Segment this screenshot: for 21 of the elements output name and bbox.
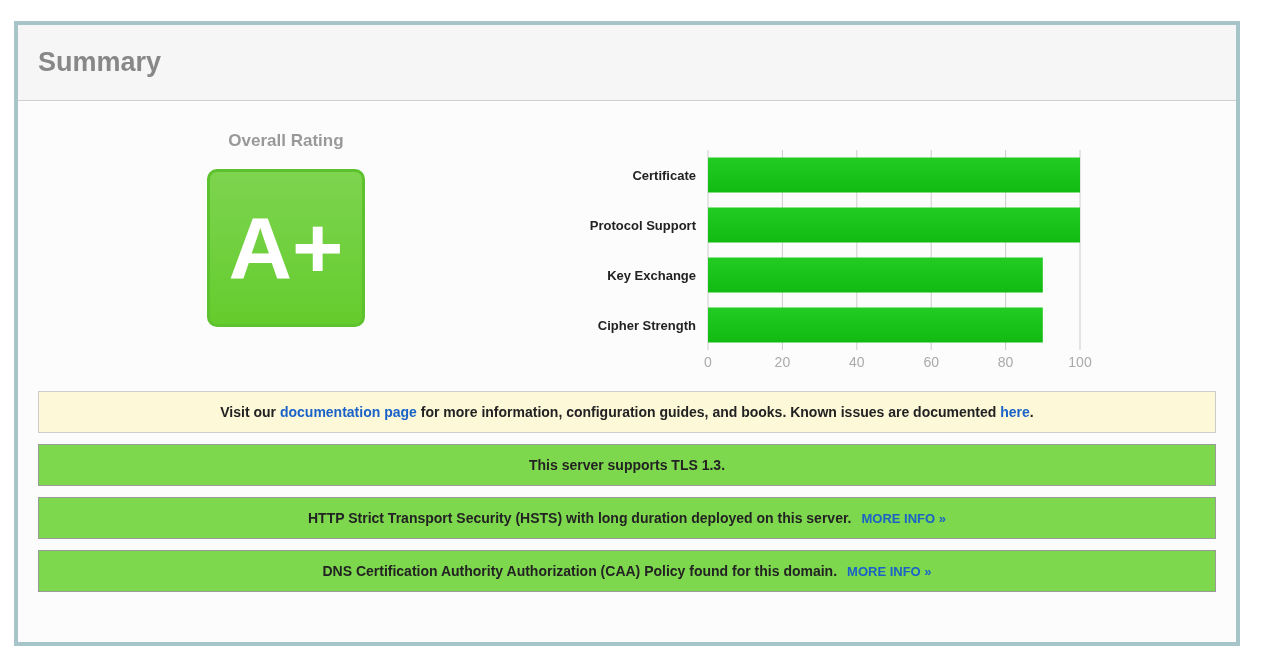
notice-text: DNS Certification Authority Authorization (CAA) Policy found for this domain. MORE INFO »	[322, 561, 932, 581]
link[interactable]: MORE INFO »	[861, 510, 946, 526]
link[interactable]: here	[1000, 403, 1030, 420]
notice-text: This server supports TLS 1.3.	[528, 455, 726, 475]
category-label: Cipher Strength	[597, 318, 696, 333]
category-label: Key Exchange	[607, 268, 696, 283]
notice-text: HTTP Strict Transport Security (HSTS) with long duration deployed on this server. MORE INFO »	[308, 508, 946, 528]
link[interactable]: MORE INFO »	[847, 563, 932, 579]
axis-tick-label: 0	[704, 354, 712, 370]
axis-tick-label: 100	[1068, 354, 1092, 370]
category-label: Protocol Support	[589, 218, 696, 233]
rating-label: Overall Rating	[228, 130, 344, 152]
axis-tick-label: 20	[774, 354, 791, 370]
link[interactable]: documentation page	[279, 403, 417, 420]
category-label: Certificate	[632, 168, 696, 183]
axis-tick-label: 80	[997, 354, 1014, 370]
grade-badge: A+	[207, 168, 365, 327]
notice-text: Visit our documentation page for more information, configuration guides, and books. Known issues are documented here.	[220, 402, 1034, 422]
axis-tick-label: 60	[923, 354, 939, 370]
axis-tick-label: 40	[849, 354, 865, 370]
panel-title: Summary	[38, 46, 162, 80]
